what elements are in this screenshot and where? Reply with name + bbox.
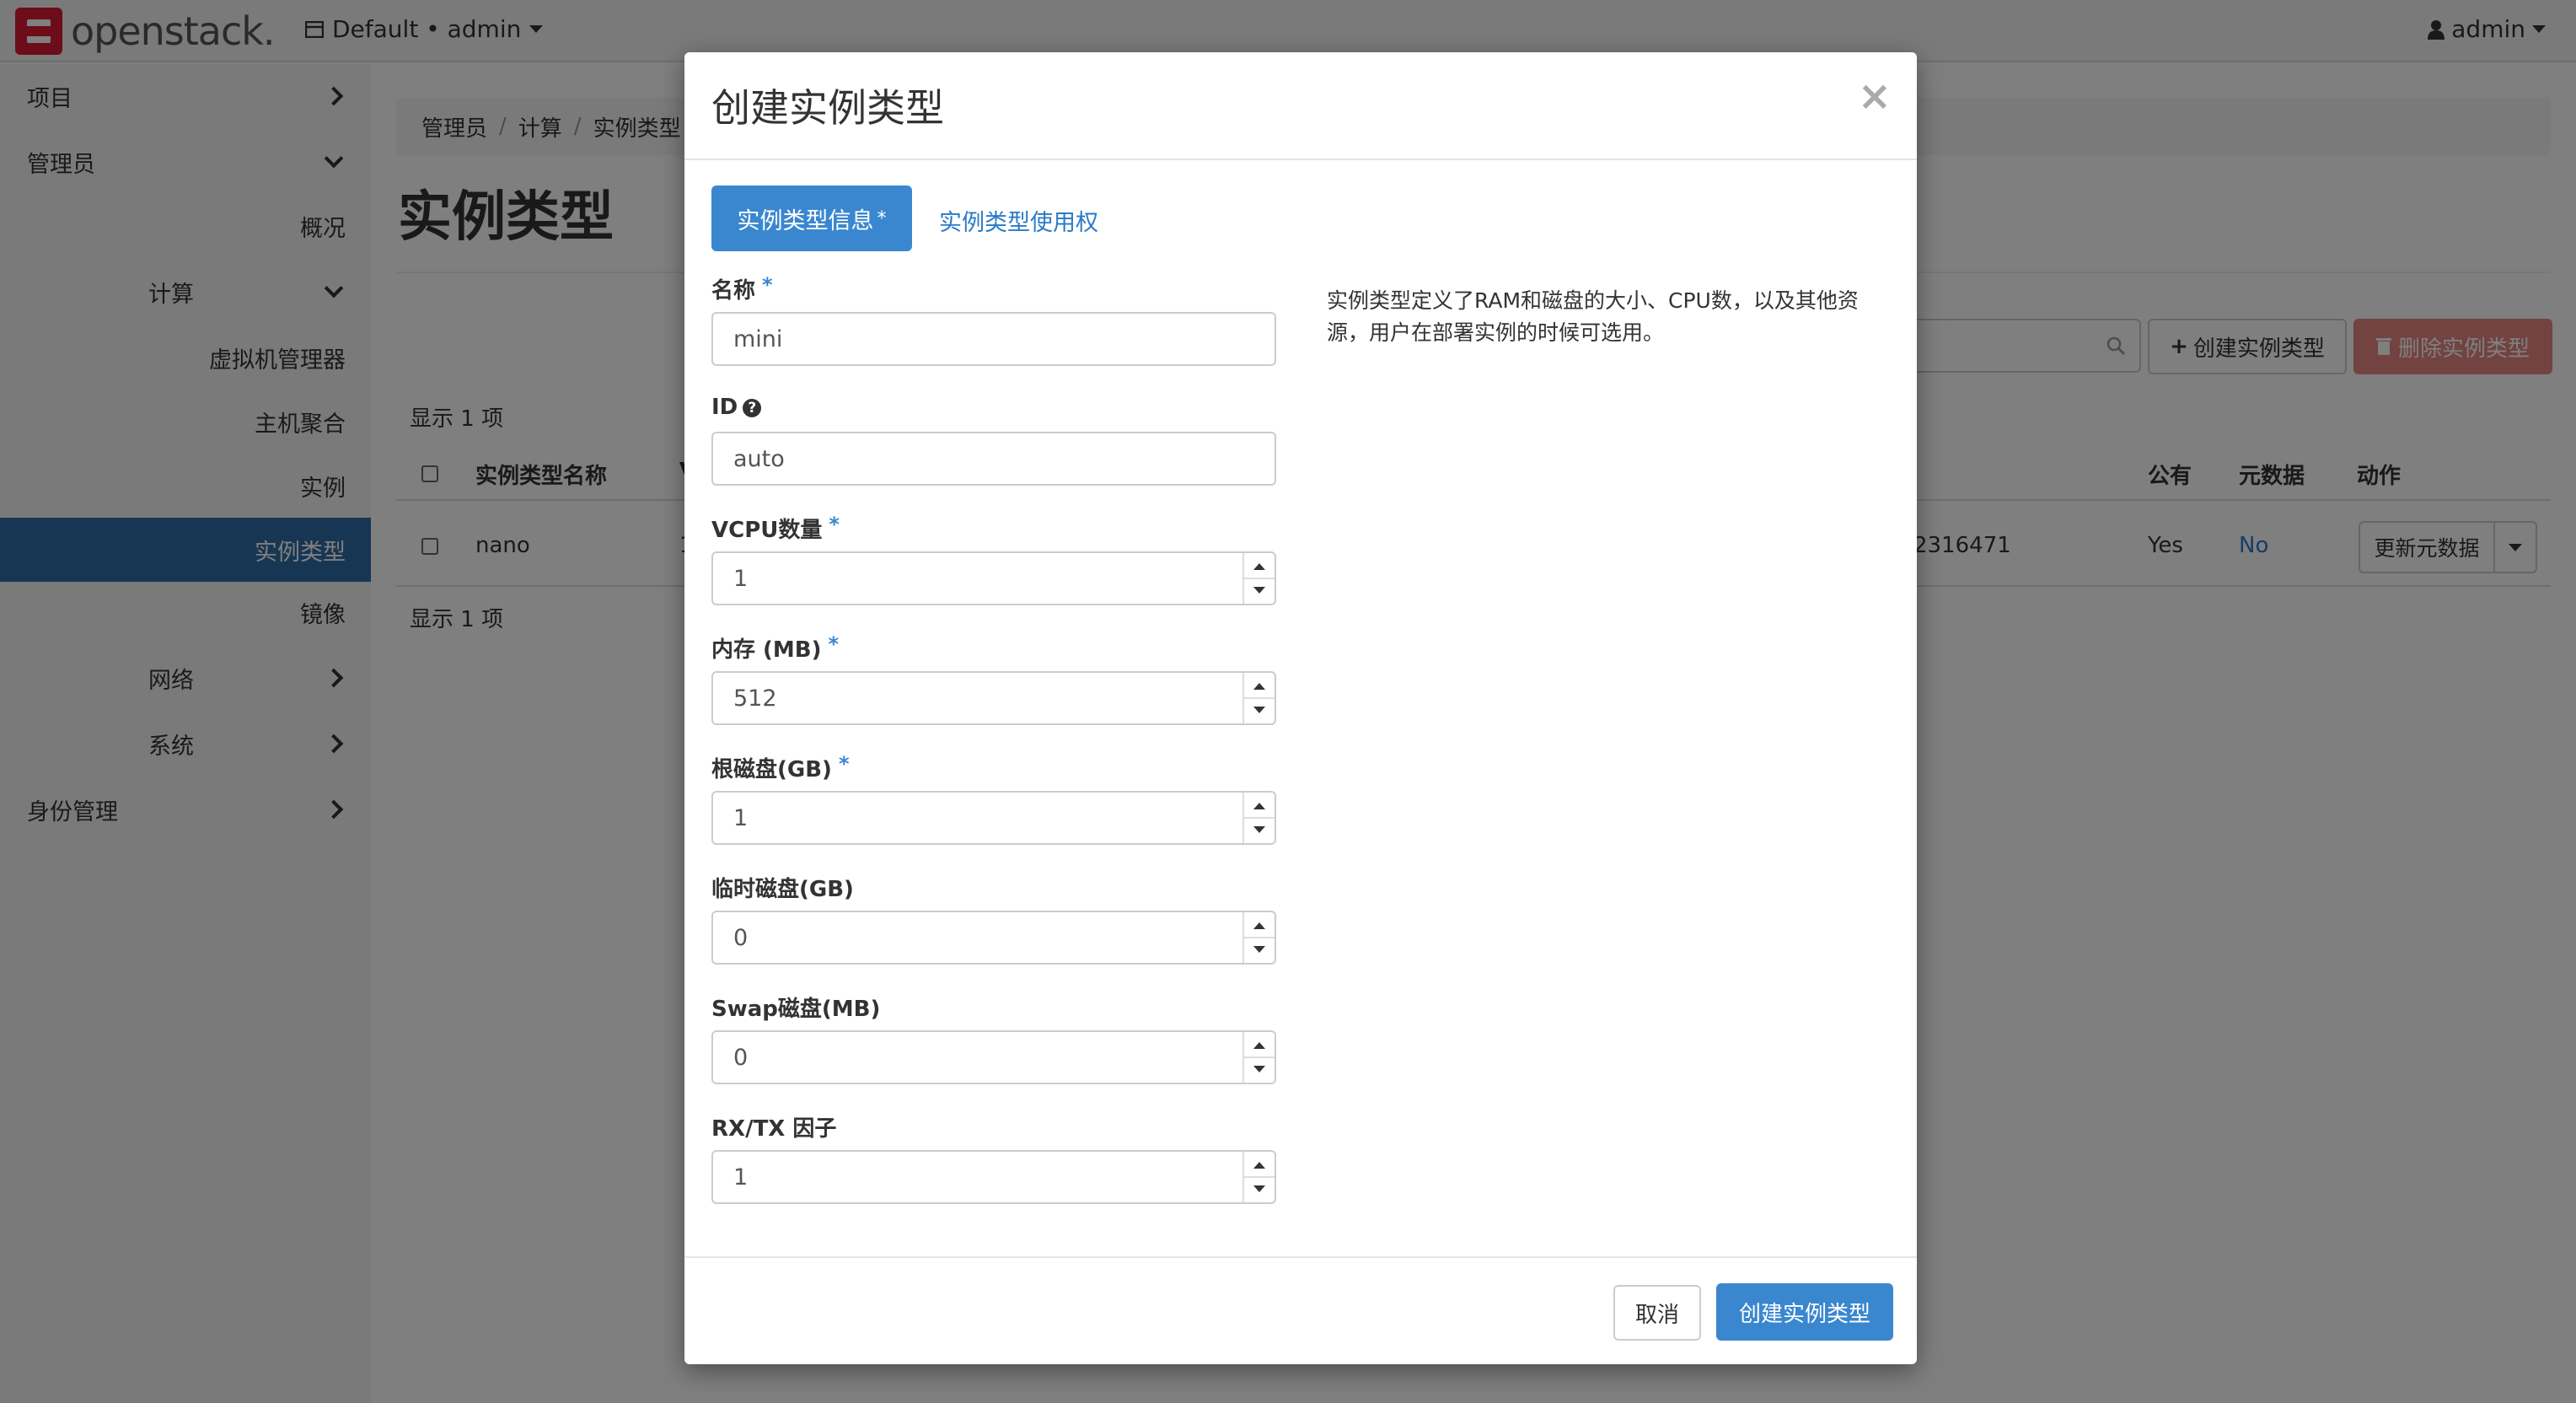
required-marker: * [838, 752, 850, 776]
stepper-up-icon[interactable] [1253, 1042, 1265, 1049]
ephemeral-disk-label-text: 临时磁盘(GB) [711, 877, 854, 902]
swap-disk-label-text: Swap磁盘(MB) [711, 997, 881, 1022]
vcpus-field-value: 1 [733, 565, 749, 592]
ephemeral-disk-field[interactable]: 0 [711, 911, 1276, 965]
root-disk-label-text: 根磁盘(GB) [711, 757, 832, 782]
stepper-down-icon[interactable] [1253, 1066, 1265, 1072]
create-flavor-modal: 创建实例类型 × 实例类型信息 * 实例类型使用权 名称 * mini ID? a… [684, 52, 1917, 1364]
stepper-down-icon[interactable] [1253, 587, 1265, 594]
ephemeral-disk-field-value: 0 [733, 924, 749, 951]
stepper-up-icon[interactable] [1253, 1162, 1265, 1169]
rxtx-factor-stepper[interactable] [1242, 1152, 1275, 1202]
tab-flavor-access[interactable]: 实例类型使用权 [939, 204, 1098, 237]
stepper-divider [1244, 697, 1275, 699]
swap-disk-label: Swap磁盘(MB) [711, 992, 880, 1023]
stepper-down-icon[interactable] [1253, 946, 1265, 953]
question-circle-icon[interactable]: ? [743, 398, 762, 417]
name-field[interactable]: mini [711, 312, 1276, 366]
id-field-value: auto [733, 445, 785, 472]
stepper-up-icon[interactable] [1253, 922, 1265, 929]
stepper-down-icon[interactable] [1253, 707, 1265, 713]
name-label-text: 名称 [711, 278, 756, 304]
stepper-up-icon[interactable] [1253, 563, 1265, 570]
form-description: 实例类型定义了RAM和磁盘的大小、CPU数，以及其他资源，用户在部署实例的时候可… [1327, 288, 1859, 345]
tab-flavor-info-label: 实例类型信息 [737, 207, 874, 234]
required-marker: * [828, 632, 840, 656]
tab-flavor-info[interactable]: 实例类型信息 * [711, 185, 912, 251]
stepper-up-icon[interactable] [1253, 803, 1265, 809]
vcpus-field[interactable]: 1 [711, 551, 1276, 605]
swap-disk-stepper[interactable] [1242, 1032, 1275, 1083]
rxtx-factor-label: RX/TX 因子 [711, 1111, 836, 1142]
stepper-divider [1244, 578, 1275, 579]
root-disk-field[interactable]: 1 [711, 791, 1276, 845]
modal-header-divider [684, 159, 1917, 160]
modal-title: 创建实例类型 [711, 85, 944, 131]
stepper-down-icon[interactable] [1253, 1185, 1265, 1192]
vcpus-stepper[interactable] [1242, 553, 1275, 604]
vcpus-label-text: VCPU数量 [711, 518, 823, 543]
name-label: 名称 * [711, 273, 773, 304]
required-marker: * [829, 513, 840, 536]
vcpus-label: VCPU数量 * [711, 513, 840, 544]
ram-stepper[interactable] [1242, 673, 1275, 723]
submit-create-flavor-button[interactable]: 创建实例类型 [1716, 1283, 1893, 1341]
ram-label: 内存 (MB) * [711, 632, 839, 664]
close-icon[interactable]: × [1858, 73, 1892, 120]
stepper-divider [1244, 1056, 1275, 1058]
ephemeral-disk-label: 临时磁盘(GB) [711, 872, 854, 903]
swap-disk-field[interactable]: 0 [711, 1030, 1276, 1084]
required-marker: * [762, 273, 773, 297]
stepper-up-icon[interactable] [1253, 683, 1265, 690]
rxtx-factor-field-value: 1 [733, 1164, 749, 1191]
stepper-divider [1244, 1176, 1275, 1178]
root-disk-stepper[interactable] [1242, 793, 1275, 843]
cancel-button[interactable]: 取消 [1613, 1285, 1701, 1341]
root-disk-field-value: 1 [733, 804, 749, 831]
stepper-divider [1244, 817, 1275, 819]
root-disk-label: 根磁盘(GB) * [711, 752, 850, 783]
ram-field-value: 512 [733, 685, 777, 712]
rxtx-factor-field[interactable]: 1 [711, 1150, 1276, 1204]
ephemeral-disk-stepper[interactable] [1242, 912, 1275, 963]
swap-disk-field-value: 0 [733, 1044, 749, 1071]
ram-label-text: 内存 (MB) [711, 637, 822, 663]
ram-field[interactable]: 512 [711, 671, 1276, 725]
stepper-divider [1244, 937, 1275, 938]
modal-footer-divider [684, 1256, 1917, 1258]
id-label-text: ID [711, 395, 738, 420]
id-label: ID? [711, 395, 762, 420]
id-field[interactable]: auto [711, 432, 1276, 486]
tab-flavor-info-marker: * [877, 207, 887, 229]
stepper-down-icon[interactable] [1253, 826, 1265, 833]
rxtx-factor-label-text: RX/TX 因子 [711, 1116, 837, 1142]
name-field-value: mini [733, 325, 783, 352]
